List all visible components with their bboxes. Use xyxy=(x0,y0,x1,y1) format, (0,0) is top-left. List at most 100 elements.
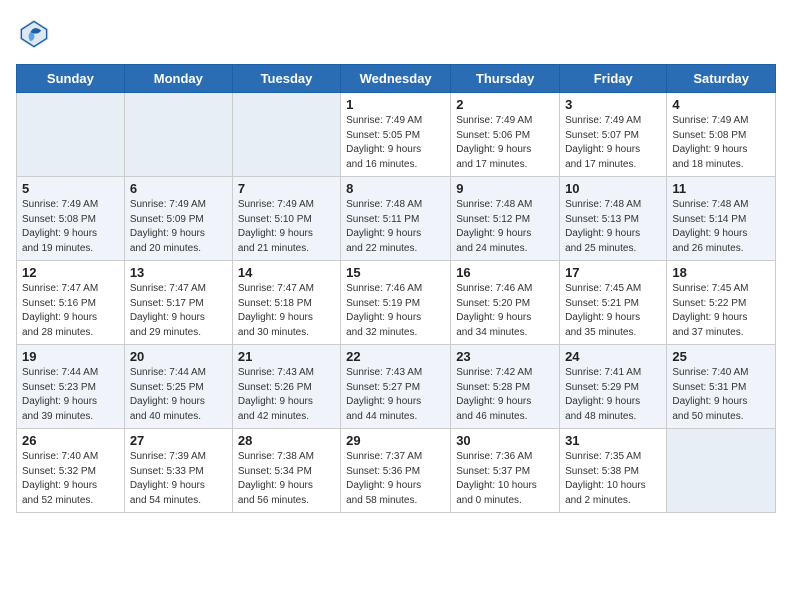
day-number: 31 xyxy=(565,433,661,448)
day-detail: Sunrise: 7:40 AM Sunset: 5:31 PM Dayligh… xyxy=(672,366,770,424)
calendar-cell: 3 Sunrise: 7:49 AM Sunset: 5:07 PM Daylig… xyxy=(560,93,667,177)
day-number: 1 xyxy=(346,97,445,112)
calendar-cell: 6 Sunrise: 7:49 AM Sunset: 5:09 PM Daylig… xyxy=(124,177,232,261)
day-number: 22 xyxy=(346,349,445,364)
day-number: 25 xyxy=(672,349,770,364)
day-number: 29 xyxy=(346,433,445,448)
day-detail: Sunrise: 7:43 AM Sunset: 5:27 PM Dayligh… xyxy=(346,366,445,424)
day-number: 10 xyxy=(565,181,661,196)
day-detail: Sunrise: 7:42 AM Sunset: 5:28 PM Dayligh… xyxy=(456,366,554,424)
calendar-cell: 10 Sunrise: 7:48 AM Sunset: 5:13 PM Dayli… xyxy=(560,177,667,261)
calendar-cell: 27 Sunrise: 7:39 AM Sunset: 5:33 PM Dayli… xyxy=(124,429,232,513)
day-detail: Sunrise: 7:47 AM Sunset: 5:18 PM Dayligh… xyxy=(238,282,335,340)
day-detail: Sunrise: 7:45 AM Sunset: 5:21 PM Dayligh… xyxy=(565,282,661,340)
day-detail: Sunrise: 7:49 AM Sunset: 5:08 PM Dayligh… xyxy=(22,198,119,256)
calendar-cell: 26Sunrise: 7:40 AM Sunset: 5:32 PM Dayli… xyxy=(17,429,125,513)
calendar-cell xyxy=(17,93,125,177)
day-detail: Sunrise: 7:49 AM Sunset: 5:06 PM Dayligh… xyxy=(456,114,554,172)
calendar-cell: 24 Sunrise: 7:41 AM Sunset: 5:29 PM Dayli… xyxy=(560,345,667,429)
day-number: 17 xyxy=(565,265,661,280)
day-number: 8 xyxy=(346,181,445,196)
day-detail: Sunrise: 7:43 AM Sunset: 5:26 PM Dayligh… xyxy=(238,366,335,424)
calendar-cell: 5 Sunrise: 7:49 AM Sunset: 5:08 PM Daylig… xyxy=(17,177,125,261)
day-detail: Sunrise: 7:49 AM Sunset: 5:10 PM Dayligh… xyxy=(238,198,335,256)
day-detail: Sunrise: 7:39 AM Sunset: 5:33 PM Dayligh… xyxy=(130,450,227,508)
calendar-cell: 12Sunrise: 7:47 AM Sunset: 5:16 PM Dayli… xyxy=(17,261,125,345)
calendar-week-row: 26Sunrise: 7:40 AM Sunset: 5:32 PM Dayli… xyxy=(17,429,776,513)
day-detail: Sunrise: 7:48 AM Sunset: 5:14 PM Dayligh… xyxy=(672,198,770,256)
calendar-cell: 11Sunrise: 7:48 AM Sunset: 5:14 PM Dayli… xyxy=(667,177,776,261)
calendar-week-row: 5 Sunrise: 7:49 AM Sunset: 5:08 PM Daylig… xyxy=(17,177,776,261)
day-detail: Sunrise: 7:46 AM Sunset: 5:20 PM Dayligh… xyxy=(456,282,554,340)
day-number: 20 xyxy=(130,349,227,364)
page-header xyxy=(16,16,776,52)
calendar-cell: 8 Sunrise: 7:48 AM Sunset: 5:11 PM Daylig… xyxy=(341,177,451,261)
day-number: 7 xyxy=(238,181,335,196)
day-detail: Sunrise: 7:38 AM Sunset: 5:34 PM Dayligh… xyxy=(238,450,335,508)
calendar-cell: 1Sunrise: 7:49 AM Sunset: 5:05 PM Daylig… xyxy=(341,93,451,177)
day-of-week-header: Thursday xyxy=(451,65,560,93)
logo xyxy=(16,16,56,52)
day-detail: Sunrise: 7:49 AM Sunset: 5:08 PM Dayligh… xyxy=(672,114,770,172)
calendar-cell: 7 Sunrise: 7:49 AM Sunset: 5:10 PM Daylig… xyxy=(232,177,340,261)
calendar-cell: 22 Sunrise: 7:43 AM Sunset: 5:27 PM Dayli… xyxy=(341,345,451,429)
day-number: 18 xyxy=(672,265,770,280)
calendar-week-row: 19Sunrise: 7:44 AM Sunset: 5:23 PM Dayli… xyxy=(17,345,776,429)
calendar-cell: 31 Sunrise: 7:35 AM Sunset: 5:38 PM Dayli… xyxy=(560,429,667,513)
calendar-week-row: 12Sunrise: 7:47 AM Sunset: 5:16 PM Dayli… xyxy=(17,261,776,345)
calendar-cell: 20 Sunrise: 7:44 AM Sunset: 5:25 PM Dayli… xyxy=(124,345,232,429)
calendar-header-row: SundayMondayTuesdayWednesdayThursdayFrid… xyxy=(17,65,776,93)
calendar-cell: 13Sunrise: 7:47 AM Sunset: 5:17 PM Dayli… xyxy=(124,261,232,345)
calendar-cell: 21 Sunrise: 7:43 AM Sunset: 5:26 PM Dayli… xyxy=(232,345,340,429)
day-number: 3 xyxy=(565,97,661,112)
calendar-cell: 15 Sunrise: 7:46 AM Sunset: 5:19 PM Dayli… xyxy=(341,261,451,345)
day-number: 13 xyxy=(130,265,227,280)
calendar-cell: 30Sunrise: 7:36 AM Sunset: 5:37 PM Dayli… xyxy=(451,429,560,513)
calendar-cell: 19Sunrise: 7:44 AM Sunset: 5:23 PM Dayli… xyxy=(17,345,125,429)
day-of-week-header: Saturday xyxy=(667,65,776,93)
day-of-week-header: Tuesday xyxy=(232,65,340,93)
calendar-cell: 14 Sunrise: 7:47 AM Sunset: 5:18 PM Dayli… xyxy=(232,261,340,345)
logo-icon xyxy=(16,16,52,52)
day-detail: Sunrise: 7:37 AM Sunset: 5:36 PM Dayligh… xyxy=(346,450,445,508)
day-number: 14 xyxy=(238,265,335,280)
day-detail: Sunrise: 7:41 AM Sunset: 5:29 PM Dayligh… xyxy=(565,366,661,424)
day-detail: Sunrise: 7:44 AM Sunset: 5:23 PM Dayligh… xyxy=(22,366,119,424)
calendar-cell: 17 Sunrise: 7:45 AM Sunset: 5:21 PM Dayli… xyxy=(560,261,667,345)
day-number: 6 xyxy=(130,181,227,196)
day-detail: Sunrise: 7:46 AM Sunset: 5:19 PM Dayligh… xyxy=(346,282,445,340)
day-detail: Sunrise: 7:35 AM Sunset: 5:38 PM Dayligh… xyxy=(565,450,661,508)
day-detail: Sunrise: 7:36 AM Sunset: 5:37 PM Dayligh… xyxy=(456,450,554,508)
calendar-cell xyxy=(667,429,776,513)
calendar-cell: 23 Sunrise: 7:42 AM Sunset: 5:28 PM Dayli… xyxy=(451,345,560,429)
day-detail: Sunrise: 7:49 AM Sunset: 5:09 PM Dayligh… xyxy=(130,198,227,256)
calendar-cell: 25 Sunrise: 7:40 AM Sunset: 5:31 PM Dayli… xyxy=(667,345,776,429)
day-detail: Sunrise: 7:48 AM Sunset: 5:11 PM Dayligh… xyxy=(346,198,445,256)
day-number: 4 xyxy=(672,97,770,112)
day-of-week-header: Friday xyxy=(560,65,667,93)
day-detail: Sunrise: 7:48 AM Sunset: 5:12 PM Dayligh… xyxy=(456,198,554,256)
day-number: 21 xyxy=(238,349,335,364)
day-number: 5 xyxy=(22,181,119,196)
calendar-cell: 9Sunrise: 7:48 AM Sunset: 5:12 PM Daylig… xyxy=(451,177,560,261)
calendar-cell xyxy=(232,93,340,177)
calendar-cell: 18Sunrise: 7:45 AM Sunset: 5:22 PM Dayli… xyxy=(667,261,776,345)
day-of-week-header: Sunday xyxy=(17,65,125,93)
day-detail: Sunrise: 7:48 AM Sunset: 5:13 PM Dayligh… xyxy=(565,198,661,256)
day-number: 15 xyxy=(346,265,445,280)
calendar-cell: 29 Sunrise: 7:37 AM Sunset: 5:36 PM Dayli… xyxy=(341,429,451,513)
day-number: 24 xyxy=(565,349,661,364)
day-of-week-header: Monday xyxy=(124,65,232,93)
day-number: 23 xyxy=(456,349,554,364)
day-detail: Sunrise: 7:44 AM Sunset: 5:25 PM Dayligh… xyxy=(130,366,227,424)
day-detail: Sunrise: 7:49 AM Sunset: 5:07 PM Dayligh… xyxy=(565,114,661,172)
calendar-week-row: 1Sunrise: 7:49 AM Sunset: 5:05 PM Daylig… xyxy=(17,93,776,177)
day-of-week-header: Wednesday xyxy=(341,65,451,93)
calendar-table: SundayMondayTuesdayWednesdayThursdayFrid… xyxy=(16,64,776,513)
calendar-cell: 2Sunrise: 7:49 AM Sunset: 5:06 PM Daylig… xyxy=(451,93,560,177)
day-number: 26 xyxy=(22,433,119,448)
calendar-cell xyxy=(124,93,232,177)
day-number: 27 xyxy=(130,433,227,448)
calendar-cell: 4 Sunrise: 7:49 AM Sunset: 5:08 PM Daylig… xyxy=(667,93,776,177)
day-detail: Sunrise: 7:47 AM Sunset: 5:16 PM Dayligh… xyxy=(22,282,119,340)
